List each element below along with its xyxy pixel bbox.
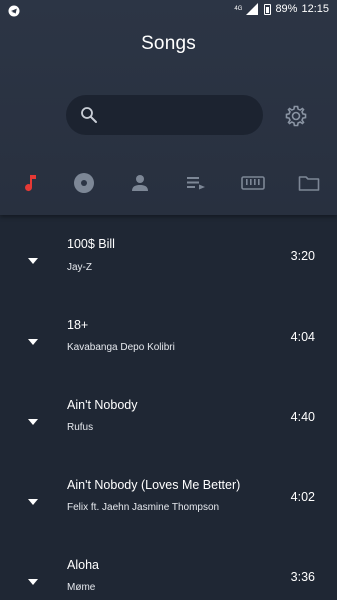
search-input[interactable] [106,104,251,126]
tab-folders[interactable] [296,170,322,200]
network-label: 4G [234,6,243,12]
song-artist: Kavabanga Depo Kolibri [67,342,175,353]
battery-level: 89% [275,3,298,15]
song-duration: 3:20 [290,249,315,263]
caret-down-icon[interactable] [27,413,39,425]
caret-down-icon[interactable] [27,252,39,264]
person-icon [131,174,149,197]
folder-icon [298,174,320,197]
song-title: 18+ [67,318,89,332]
song-title: Ain't Nobody (Loves Me Better) [67,478,241,492]
songs-screen: 4G 89% 12:15 Songs 100$ Bill Jay-Z 3:20 … [0,0,337,600]
tab-playlists[interactable] [183,170,209,200]
status-bar: 4G 89% 12:15 [0,0,337,22]
song-artist: Møme [67,582,96,593]
clock: 12:15 [301,3,329,15]
song-artist: Rufus [67,422,94,433]
caret-down-icon[interactable] [27,493,39,505]
telegram-icon [8,5,20,17]
page-title: Songs [141,33,196,54]
playlist-icon [186,175,206,196]
song-artist: Felix ft. Jaehn Jasmine Thompson [67,502,220,513]
piano-keys-icon [241,175,265,195]
list-item[interactable]: Ain't Nobody Rufus 4:40 [0,375,337,455]
tab-genres[interactable] [240,170,266,200]
song-artist: Jay-Z [67,262,92,273]
status-icons: 4G 89% 12:15 [234,3,329,15]
song-duration: 4:04 [290,330,315,344]
tab-albums[interactable] [71,170,97,200]
list-item[interactable]: Ain't Nobody (Loves Me Better) Felix ft.… [0,455,337,535]
song-title: 100$ Bill [67,237,115,251]
song-duration: 4:02 [290,490,315,504]
song-duration: 4:40 [290,410,315,424]
tab-artists[interactable] [127,170,153,200]
list-item[interactable]: 18+ Kavabanga Depo Kolibri 4:04 [0,295,337,375]
caret-down-icon[interactable] [27,573,39,585]
category-tabs [0,170,337,200]
battery-icon [264,3,272,15]
search-bar[interactable] [66,95,263,135]
signal-icon [246,3,260,15]
list-item[interactable]: Aloha Møme 3:36 [0,535,337,600]
list-item[interactable]: 100$ Bill Jay-Z 3:20 [0,215,337,295]
song-title: Ain't Nobody [67,398,138,412]
caret-down-icon[interactable] [27,333,39,345]
song-duration: 3:36 [290,570,315,584]
search-icon[interactable] [80,106,98,124]
tab-songs[interactable] [18,170,44,200]
settings-gear-icon[interactable] [284,104,308,128]
disc-icon [73,172,95,199]
music-note-icon [23,173,39,198]
song-title: Aloha [67,558,99,572]
header: 4G 89% 12:15 Songs [0,0,337,215]
